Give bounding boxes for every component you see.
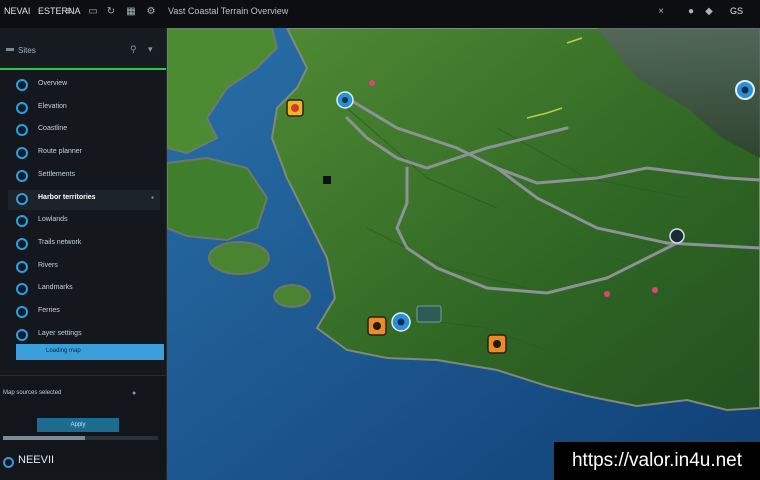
layer-icon <box>16 169 28 182</box>
grid-icon[interactable]: ▦ <box>126 7 136 17</box>
sidebar-item-label: Route planner <box>38 148 82 156</box>
sidebar-item[interactable]: Ferries <box>8 303 160 323</box>
top-bar: NEVAI ESTERNA ≡ ▭ ↻ ▦ ⚙ Vast Coastal Ter… <box>0 0 760 29</box>
sidebar-item-label: Rivers <box>38 261 58 269</box>
sidebar-item-label: Settlements <box>38 170 75 178</box>
sidebar-item-label: Harbor territories <box>38 193 96 201</box>
blue-location-marker[interactable] <box>391 312 411 332</box>
progress-fill <box>16 344 164 360</box>
sidebar-item-label: Landmarks <box>38 284 73 292</box>
sidebar-item-label: Elevation <box>38 102 67 110</box>
layer-icon <box>16 328 28 341</box>
poi-dot[interactable] <box>652 287 658 293</box>
toggle-icon[interactable] <box>6 48 14 51</box>
layer-icon <box>16 192 28 205</box>
user-initials[interactable]: GS <box>730 6 743 16</box>
progress-bar: Loading map <box>16 344 164 360</box>
close-icon[interactable]: × <box>656 7 666 17</box>
islet <box>273 284 311 308</box>
sidebar-item[interactable]: Elevation <box>8 99 160 119</box>
sidebar-item[interactable]: Lowlands <box>8 212 160 232</box>
lower-progress-bar <box>3 436 158 440</box>
layer-icon <box>16 101 28 114</box>
info-icon[interactable]: ● <box>132 390 136 397</box>
layer-icon <box>16 215 28 228</box>
layer-icon <box>16 283 28 296</box>
sidebar-item[interactable]: Overview <box>8 76 160 96</box>
sidebar-item[interactable]: Coastline <box>8 121 160 141</box>
layer-icon <box>16 79 28 91</box>
sidebar-item[interactable]: Harbor territories ▪ <box>8 189 160 210</box>
notification-icon[interactable]: ◆ <box>704 7 714 17</box>
sidebar-item[interactable]: Rivers <box>8 258 160 278</box>
progress-label: Loading map <box>46 348 81 354</box>
layer-icon <box>16 306 28 318</box>
dark-pin-marker[interactable] <box>323 176 331 184</box>
sidebar-item-label: Lowlands <box>38 216 68 224</box>
sidebar-item-label: Trails network <box>38 238 82 246</box>
active-indicator-icon: ▪ <box>151 192 154 202</box>
terrain-map[interactable] <box>167 28 760 480</box>
blue-location-marker[interactable] <box>735 80 755 100</box>
settings-icon[interactable]: ⚙ <box>146 7 156 17</box>
blue-location-marker[interactable] <box>336 91 354 109</box>
apply-button[interactable]: Apply <box>37 418 119 432</box>
app-title: NEVAI <box>4 6 31 16</box>
layer-icon <box>16 147 28 160</box>
orange-location-marker[interactable] <box>367 316 387 336</box>
sidebar-item[interactable]: Layer settings <box>8 326 160 346</box>
map-title: Vast Coastal Terrain Overview <box>168 6 289 16</box>
sidebar-item-label: Overview <box>38 80 68 87</box>
brand-logo-icon <box>3 457 14 468</box>
brand-name: NEEVII <box>18 454 55 466</box>
orange-location-marker[interactable] <box>487 334 507 354</box>
poi-dot[interactable] <box>604 291 610 297</box>
layer-icon <box>16 124 28 137</box>
terrain-label-marker[interactable] <box>416 305 442 323</box>
poi-dot[interactable] <box>369 80 375 86</box>
sidebar-item-label: Layer settings <box>38 329 82 337</box>
orange-location-marker[interactable] <box>286 99 304 117</box>
link-icon[interactable]: ⚲ <box>130 44 137 55</box>
menu-icon[interactable]: ≡ <box>64 7 74 17</box>
watermark-text: https://valor.in4u.net <box>554 442 760 480</box>
sidebar-item[interactable]: Settlements <box>8 167 160 187</box>
layer-icon <box>16 237 28 250</box>
sidebar-item[interactable]: Route planner <box>8 144 160 164</box>
refresh-icon[interactable]: ↻ <box>106 7 116 17</box>
sidebar-item-label: Coastline <box>38 125 68 133</box>
sidebar-item-label: Ferries <box>38 307 60 314</box>
more-icon[interactable]: ▾ <box>148 44 153 55</box>
sidebar-item[interactable]: Trails network <box>8 235 160 255</box>
sidebar-item[interactable]: Landmarks <box>8 280 160 300</box>
app-subtitle: ESTERNA <box>38 6 81 16</box>
sidebar-title: Sites <box>18 46 36 55</box>
layer-icon <box>16 260 28 273</box>
blue-location-marker[interactable] <box>669 228 685 244</box>
lower-panel-text: Map sources selected <box>3 390 62 396</box>
sidebar-header: Sites ⚲ ▾ <box>0 28 166 70</box>
window-icon[interactable]: ▭ <box>88 7 98 17</box>
small-island <box>208 241 270 275</box>
user-icon[interactable]: ● <box>686 7 696 17</box>
sidebar: Sites ⚲ ▾ Overview Elevation Coastline Rout… <box>0 28 167 480</box>
